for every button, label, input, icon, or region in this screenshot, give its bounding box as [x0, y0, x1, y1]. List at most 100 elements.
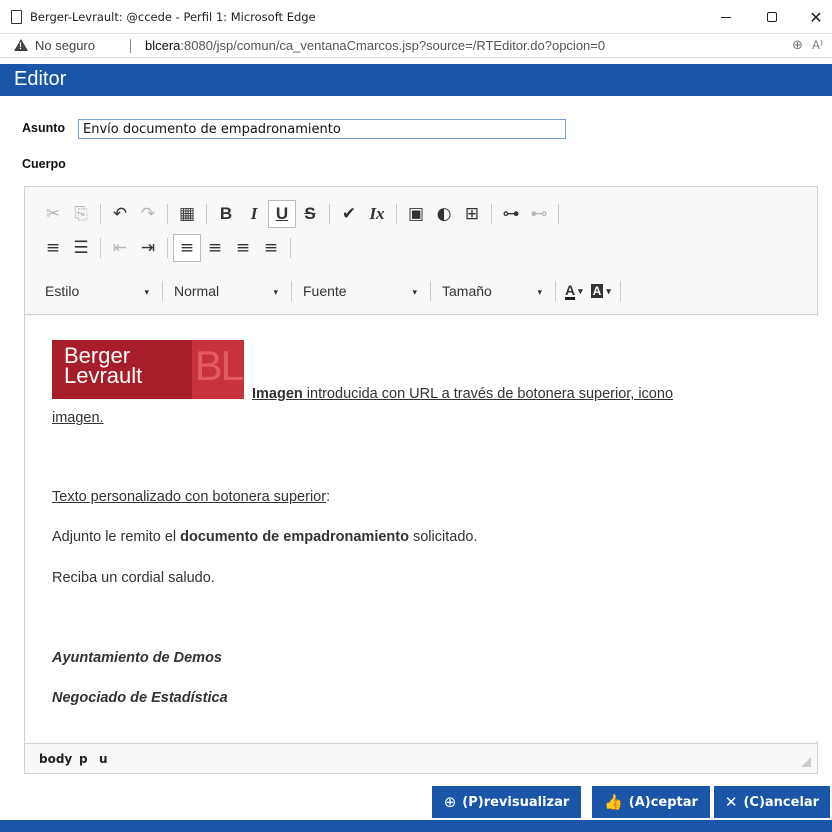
format-dropdown[interactable]: Normal ▾	[168, 279, 286, 303]
toolbar-separator	[290, 238, 291, 258]
size-dropdown[interactable]: Tamaño ▾	[436, 279, 550, 303]
zoom-in-icon: ⊕	[443, 793, 457, 811]
logo-mark: BL	[194, 342, 244, 389]
toolbar-separator	[491, 204, 492, 224]
font-dropdown-label: Fuente	[303, 283, 347, 299]
maximize-button[interactable]	[752, 4, 792, 30]
image-button[interactable]: ▣	[402, 200, 430, 228]
window-title: Berger-Levrault: @ccede - Perfil 1: Micr…	[30, 10, 316, 24]
style-dropdown[interactable]: Estilo ▾	[39, 279, 157, 303]
resize-handle[interactable]	[801, 757, 811, 767]
window-title-bar: Berger-Levrault: @ccede - Perfil 1: Micr…	[0, 0, 832, 34]
undo-button[interactable]: ↶	[106, 200, 134, 228]
minimize-button[interactable]	[706, 4, 746, 30]
bold-icon: B	[219, 204, 233, 223]
custom-text-colon: :	[326, 489, 331, 505]
align-left-button[interactable]: ≡	[173, 234, 201, 262]
url-path: :8080/jsp/comun/ca_ventanaCmarcos.jsp?so…	[180, 38, 606, 53]
toolbar-separator	[619, 281, 621, 301]
table-button[interactable]: ⊞	[458, 200, 486, 228]
accept-label: (A)ceptar	[628, 794, 698, 810]
strikethrough-button[interactable]: S	[296, 200, 324, 228]
outdent-button[interactable]: ⇤	[106, 234, 134, 262]
text-color-button[interactable]: A ▾	[561, 279, 587, 303]
align-center-button[interactable]: ≡	[201, 234, 229, 262]
link-button[interactable]: ⊶	[497, 200, 525, 228]
chevron-down-icon: ▾	[144, 287, 149, 297]
chevron-down-icon: ▾	[412, 287, 417, 297]
cut-button[interactable]: ✂	[39, 200, 67, 228]
custom-text-paragraph: Texto personalizado con botonera superio…	[52, 489, 330, 505]
greeting-paragraph: Reciba un cordial saludo.	[52, 570, 215, 586]
numbered-list-icon: ≡	[45, 238, 61, 258]
flash-button[interactable]: ◐	[430, 200, 458, 228]
image-icon: ▣	[407, 204, 425, 224]
unlink-icon: ⊷	[530, 204, 548, 224]
numbered-list-button[interactable]: ≡	[39, 234, 67, 262]
logo-text-line-2: Levrault	[64, 363, 143, 388]
address-bar[interactable]: No seguro blcera:8080/jsp/comun/ca_venta…	[0, 34, 832, 58]
toolbar-separator	[291, 281, 292, 301]
cancel-label: (C)ancelar	[743, 794, 820, 810]
toolbar-separator	[100, 238, 101, 258]
asunto-label: Asunto	[22, 121, 66, 135]
indent-icon: ⇥	[140, 238, 156, 258]
security-label[interactable]: No seguro	[35, 38, 95, 53]
path-item-body[interactable]: body	[39, 752, 72, 766]
bold-button[interactable]: B	[212, 200, 240, 228]
clear-format-brush-button[interactable]: ✔	[335, 200, 363, 228]
zoom-icon[interactable]: ⊕	[792, 37, 803, 53]
signature-negociado: Negociado de Estadística	[52, 690, 228, 706]
image-caption-bold: Imagen	[252, 386, 303, 402]
brush-icon: ✔	[341, 204, 357, 224]
copy-icon: ⎘	[74, 204, 88, 224]
toolbar-row-2: ≡ ☰ ⇤ ⇥ ≡ ≡ ≡ ≡	[39, 233, 296, 263]
align-right-button[interactable]: ≡	[229, 234, 257, 262]
path-item-u[interactable]: u	[99, 752, 108, 766]
unlink-button[interactable]: ⊷	[525, 200, 553, 228]
toolbar-separator	[167, 238, 168, 258]
justify-button[interactable]: ≡	[257, 234, 285, 262]
path-item-p[interactable]: p	[79, 752, 88, 766]
background-color-button[interactable]: A ▾	[587, 279, 615, 303]
redo-button[interactable]: ↷	[134, 200, 162, 228]
justify-icon: ≡	[263, 238, 279, 258]
asunto-input[interactable]	[78, 119, 566, 139]
toolbar-row-3: Estilo ▾ Normal ▾ Fuente ▾ Tamaño ▾ A ▾ A ▾	[39, 276, 626, 306]
close-icon: ✕	[809, 7, 823, 27]
format-painter-button[interactable]: ▦	[173, 200, 201, 228]
background-color-icon: A	[590, 284, 604, 298]
format-painter-icon: ▦	[178, 204, 196, 224]
read-aloud-icon[interactable]: A⁾	[812, 38, 823, 52]
chevron-down-icon: ▾	[606, 285, 611, 296]
toolbar-separator	[396, 204, 397, 224]
maximize-icon	[767, 12, 777, 22]
size-dropdown-label: Tamaño	[442, 283, 492, 299]
copy-button[interactable]: ⎘	[67, 200, 95, 228]
close-window-button[interactable]: ✕	[796, 4, 832, 30]
italic-button[interactable]: I	[240, 200, 268, 228]
font-dropdown[interactable]: Fuente ▾	[297, 279, 425, 303]
cancel-button[interactable]: ✕ (C)ancelar	[714, 786, 830, 818]
preview-button[interactable]: ⊕ (P)revisualizar	[432, 786, 581, 818]
editor-content-area[interactable]: BL Berger Levrault Imagen introducida co…	[26, 316, 818, 741]
cut-icon: ✂	[45, 204, 61, 224]
style-dropdown-label: Estilo	[45, 283, 80, 299]
toolbar-separator	[329, 204, 330, 224]
page-title: Editor	[14, 68, 67, 90]
image-caption-continuation: imagen.	[52, 410, 104, 426]
align-center-icon: ≡	[207, 238, 223, 258]
indent-button[interactable]: ⇥	[134, 234, 162, 262]
accept-button[interactable]: 👍 (A)ceptar	[592, 786, 710, 818]
bulleted-list-button[interactable]: ☰	[67, 234, 95, 262]
warning-icon[interactable]	[14, 39, 28, 51]
attachment-paragraph: Adjunto le remito el documento de empadr…	[52, 529, 477, 545]
footer-strip	[0, 820, 832, 832]
bulleted-list-icon: ☰	[73, 238, 89, 258]
attachment-text-bold: documento de empadronamiento	[180, 529, 409, 545]
underline-button[interactable]: U	[268, 200, 296, 228]
redo-icon: ↷	[140, 204, 156, 224]
undo-icon: ↶	[112, 204, 128, 224]
url-text[interactable]: blcera:8080/jsp/comun/ca_ventanaCmarcos.…	[145, 38, 605, 53]
remove-format-button[interactable]: Ix	[363, 200, 391, 228]
